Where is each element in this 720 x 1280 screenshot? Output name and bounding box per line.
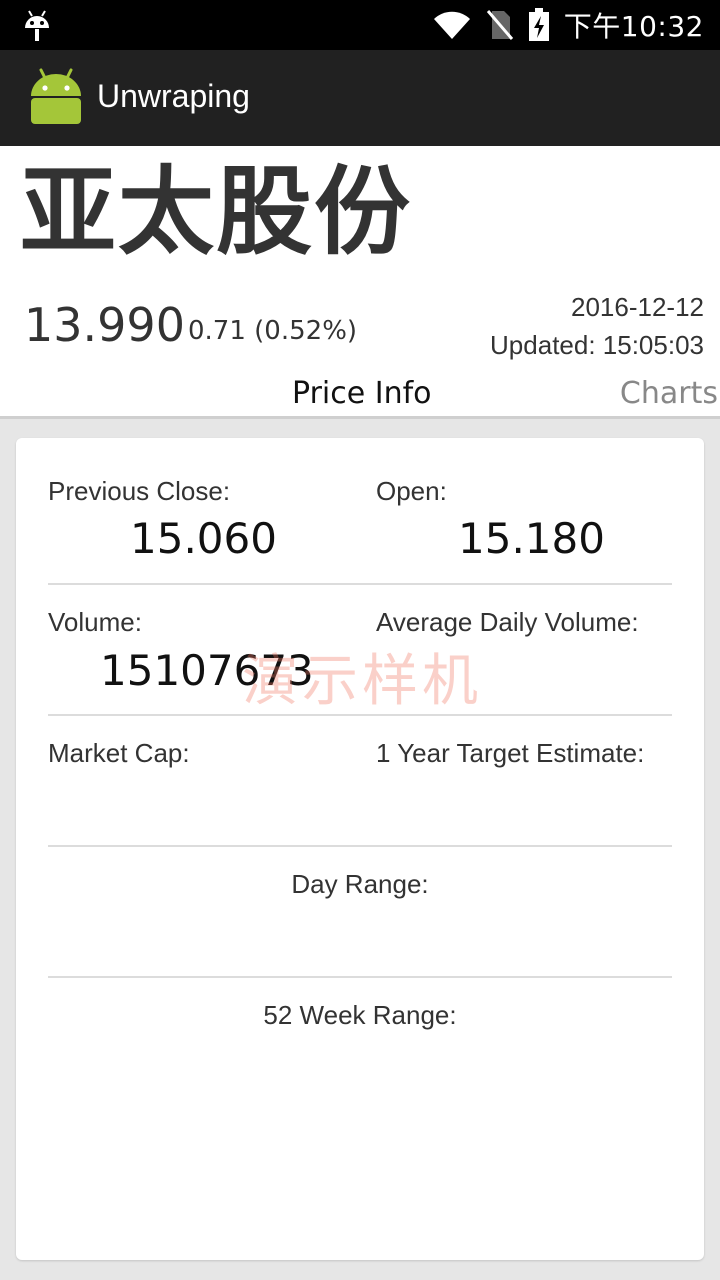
price-info-card: Previous Close: 15.060 Open: 15.180 Volu… bbox=[16, 438, 704, 1260]
tab-charts[interactable]: Charts bbox=[620, 376, 718, 411]
app-bar: Unwraping bbox=[0, 50, 720, 146]
wifi-icon bbox=[433, 11, 470, 39]
stock-header: 亚太股份 13.990 0.71 (0.52%) 2016-12-12 Upda… bbox=[0, 146, 720, 419]
previous-close-label: Previous Close: bbox=[48, 476, 231, 506]
row-divider bbox=[48, 976, 672, 978]
android-debug-icon bbox=[25, 10, 49, 41]
open-value: 15.180 bbox=[458, 514, 605, 563]
current-price: 13.990 bbox=[24, 298, 185, 352]
status-time: 下午10:32 bbox=[563, 10, 704, 43]
open-label: Open: bbox=[376, 476, 447, 506]
app-title: Unwraping bbox=[97, 78, 250, 114]
volume-label: Volume: bbox=[48, 607, 142, 637]
week52-range-label: 52 Week Range: bbox=[263, 1000, 457, 1030]
tab-divider bbox=[0, 416, 720, 419]
row-divider bbox=[48, 845, 672, 847]
quote-date: 2016-12-12 bbox=[571, 292, 704, 322]
row-divider bbox=[48, 714, 672, 716]
battery-charging-icon bbox=[528, 8, 549, 41]
updated-time: Updated: 15:05:03 bbox=[490, 330, 704, 360]
no-sim-icon bbox=[486, 10, 513, 40]
market-cap-label: Market Cap: bbox=[48, 738, 190, 768]
volume-value: 15107673 bbox=[100, 646, 314, 695]
target-estimate-label: 1 Year Target Estimate: bbox=[376, 738, 645, 768]
status-bar: 下午10:32 bbox=[0, 0, 720, 50]
status-icons: 下午10:32 bbox=[432, 0, 704, 50]
android-logo-icon bbox=[31, 68, 81, 124]
price-change: 0.71 (0.52%) bbox=[188, 316, 358, 346]
tab-price-info[interactable]: Price Info bbox=[292, 376, 432, 411]
day-range-label: Day Range: bbox=[291, 869, 429, 899]
row-divider bbox=[48, 583, 672, 585]
stock-name: 亚太股份 bbox=[20, 156, 412, 268]
avg-volume-label: Average Daily Volume: bbox=[376, 607, 639, 637]
previous-close-value: 15.060 bbox=[130, 514, 277, 563]
